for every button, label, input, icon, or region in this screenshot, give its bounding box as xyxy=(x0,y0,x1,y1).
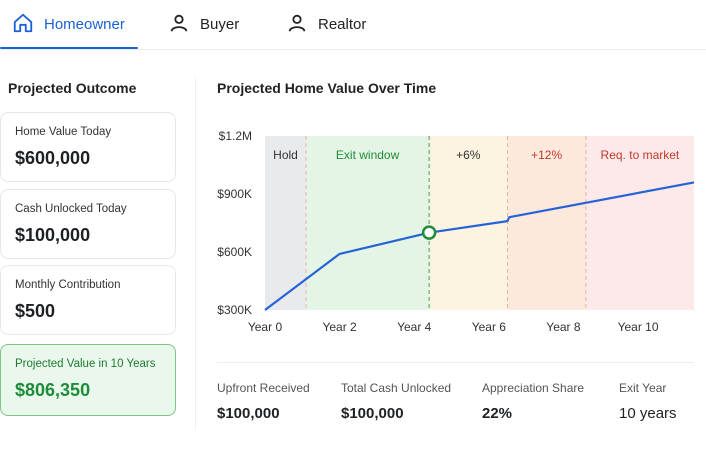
stat-label: Total Cash Unlocked xyxy=(341,381,452,395)
appreciation-share-stat: Appreciation Share 22% xyxy=(482,381,584,422)
tab-buyer[interactable]: Buyer xyxy=(168,0,239,49)
panel-divider xyxy=(195,77,196,429)
projected-outcome-title: Projected Outcome xyxy=(8,80,137,96)
card-value: $500 xyxy=(15,301,56,321)
tab-label: Buyer xyxy=(200,16,240,33)
zone-label: +12% xyxy=(531,148,562,162)
home-value-card: Home Value Today $600,000 xyxy=(0,112,176,182)
card-value: $806,350 xyxy=(15,380,91,400)
zone-band xyxy=(306,136,430,310)
zone-band xyxy=(585,136,694,310)
y-tick-label: $600K xyxy=(217,245,252,259)
role-tabs: Homeowner Buyer Realtor xyxy=(0,0,706,50)
zone-label: Req. to market xyxy=(601,148,680,162)
zone-label: +6% xyxy=(456,148,481,162)
projected-value-card: Projected Value in 10 Years $806,350 xyxy=(0,344,176,416)
card-value: $100,000 xyxy=(15,225,91,245)
zone-band xyxy=(507,136,586,310)
x-tick-label: Year 4 xyxy=(397,320,432,334)
card-label: Projected Value in 10 Years xyxy=(15,358,156,370)
x-tick-label: Year 8 xyxy=(546,320,581,334)
user-icon xyxy=(286,12,308,38)
tab-realtor[interactable]: Realtor xyxy=(286,0,366,49)
stat-value: $100,000 xyxy=(217,405,280,422)
zone-label: Exit window xyxy=(336,148,400,162)
stat-label: Appreciation Share xyxy=(482,381,585,395)
card-label: Cash Unlocked Today xyxy=(15,203,127,215)
y-tick-label: $900K xyxy=(217,187,252,201)
user-icon xyxy=(168,12,190,38)
upfront-received-stat: Upfront Received $100,000 xyxy=(217,381,310,422)
y-tick-label: $300K xyxy=(217,303,252,317)
tab-homeowner[interactable]: Homeowner xyxy=(0,0,138,49)
exit-year-stat: Exit Year 10 years xyxy=(619,381,677,422)
tab-label: Homeowner xyxy=(44,16,125,33)
home-icon xyxy=(12,12,34,38)
tab-label: Realtor xyxy=(318,16,367,33)
x-tick-label: Year 6 xyxy=(472,320,507,334)
card-label: Home Value Today xyxy=(15,126,112,138)
stat-value: 22% xyxy=(482,405,513,422)
stat-value: 10 years xyxy=(619,405,677,422)
chart-title: Projected Home Value Over Time xyxy=(217,80,437,96)
stat-label: Upfront Received xyxy=(217,381,310,395)
total-cash-unlocked-stat: Total Cash Unlocked $100,000 xyxy=(341,381,451,422)
exit-point-marker xyxy=(421,225,437,240)
zone-label: Hold xyxy=(273,148,298,162)
stat-value: $100,000 xyxy=(341,405,404,422)
cash-unlocked-card: Cash Unlocked Today $100,000 xyxy=(0,189,176,259)
summary-divider xyxy=(217,362,694,363)
stat-label: Exit Year xyxy=(619,381,667,395)
card-label: Monthly Contribution xyxy=(15,279,121,291)
home-value-chart: Hold Exit window +6% +12% Req. to market $300… xyxy=(217,129,695,334)
x-tick-label: Year 0 xyxy=(248,320,283,334)
x-tick-label: Year 10 xyxy=(618,320,659,334)
monthly-contribution-card: Monthly Contribution $500 xyxy=(0,265,176,335)
y-tick-label: $1.2M xyxy=(219,129,252,143)
card-value: $600,000 xyxy=(15,148,91,168)
x-tick-label: Year 2 xyxy=(322,320,357,334)
